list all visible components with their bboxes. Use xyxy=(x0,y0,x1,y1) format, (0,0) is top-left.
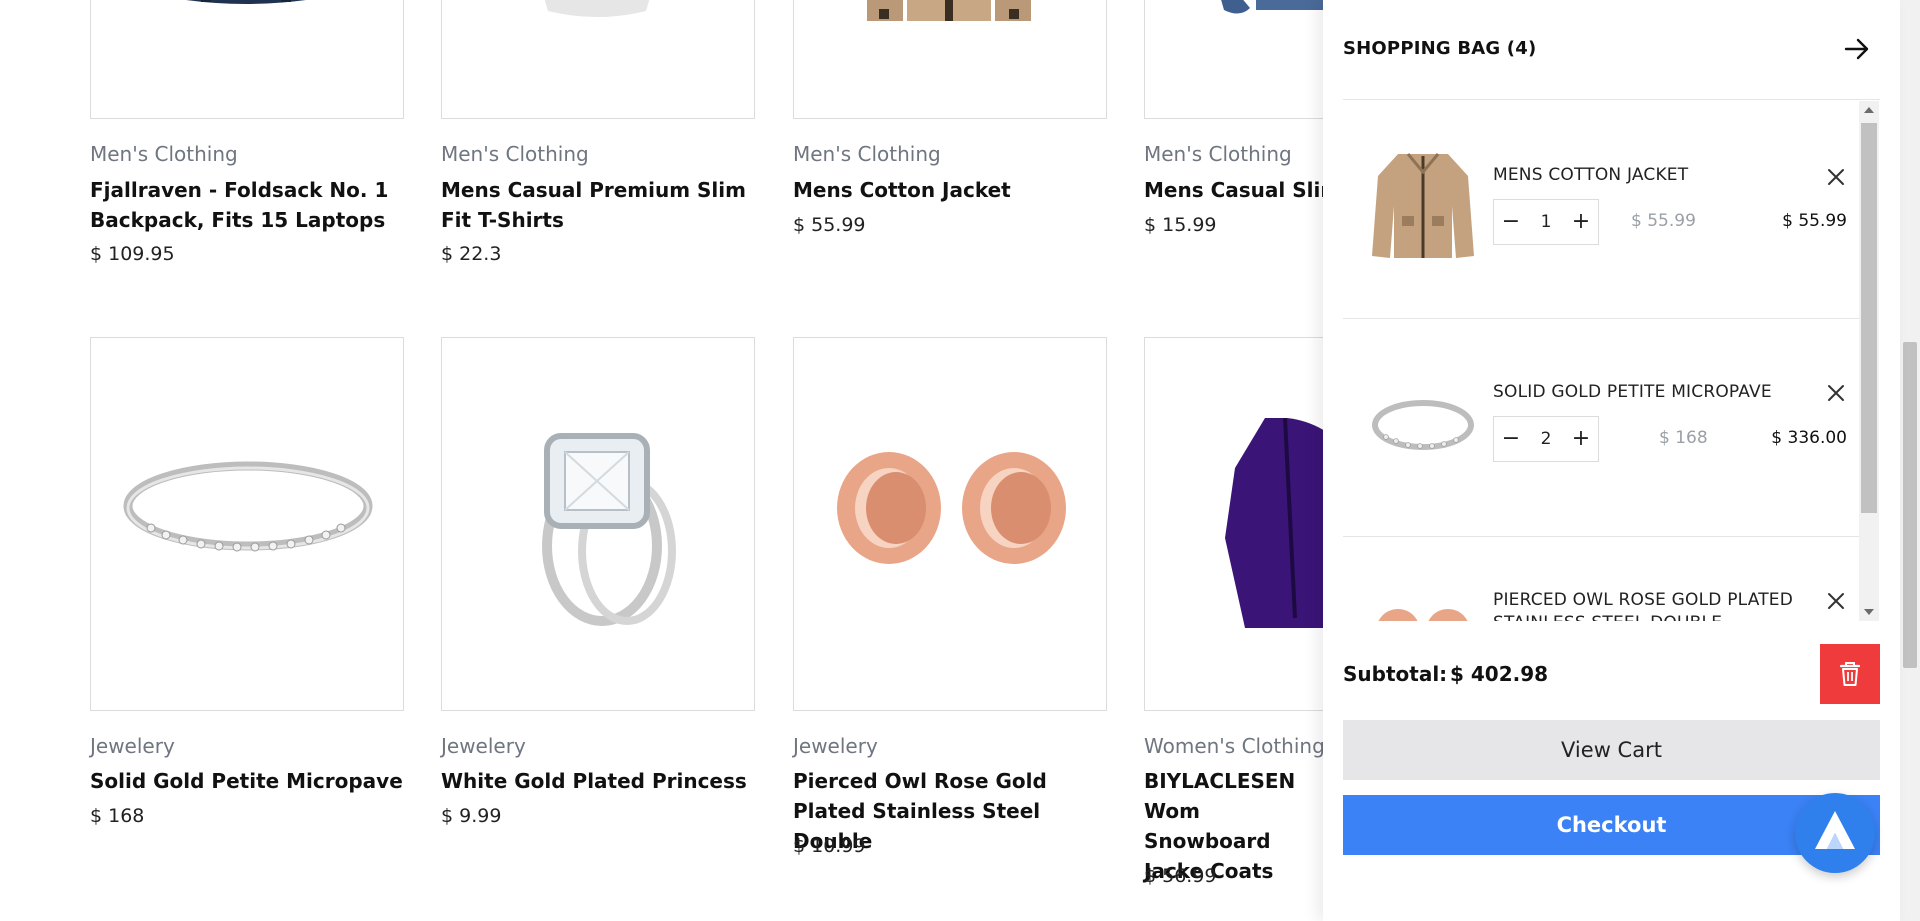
purple-jacket-image xyxy=(1225,418,1323,628)
trash-icon xyxy=(1839,662,1861,686)
scroll-down-arrow-icon[interactable] xyxy=(1864,609,1874,615)
product-image[interactable] xyxy=(441,0,755,119)
product-price: $ 22.3 xyxy=(441,243,502,265)
product-image[interactable] xyxy=(90,337,404,711)
product-category: Men's Clothing xyxy=(1144,142,1292,166)
cart-item: MENS COTTON JACKET − 1 + $ 55.99 $ 55.99 xyxy=(1343,101,1859,319)
page-scrollbar[interactable] xyxy=(1900,0,1920,921)
product-title[interactable]: Mens Cotton Jacket xyxy=(793,175,1107,205)
arrow-right-icon[interactable] xyxy=(1842,34,1872,64)
product-price: $ 15.99 xyxy=(1144,214,1217,236)
shopping-bag-drawer: SHOPPING BAG (4) MENS COTTON JACKET − 1 … xyxy=(1323,0,1900,921)
product-image[interactable] xyxy=(90,0,404,119)
quantity-value[interactable]: 2 xyxy=(1528,417,1564,461)
jacket-thumbnail xyxy=(1372,153,1474,258)
product-title[interactable]: Solid Gold Petite Micropave xyxy=(90,766,404,796)
clear-cart-button[interactable] xyxy=(1820,644,1880,704)
product-image[interactable] xyxy=(1144,337,1323,711)
cart-item: PIERCED OWL ROSE GOLD PLATED STAINLESS S… xyxy=(1343,537,1859,621)
cart-items-list[interactable]: MENS COTTON JACKET − 1 + $ 55.99 $ 55.99 xyxy=(1343,101,1880,621)
product-grid: Men's Clothing Fjallraven - Foldsack No.… xyxy=(0,0,1323,921)
backpack-image xyxy=(186,0,306,4)
rose-gold-plugs-image xyxy=(837,452,1066,564)
cart-list-scrollbar[interactable] xyxy=(1859,101,1879,621)
engagement-ring-image xyxy=(542,433,676,626)
product-title[interactable]: White Gold Plated Princess xyxy=(441,766,755,796)
close-icon[interactable] xyxy=(1825,590,1847,612)
quantity-stepper: − 1 + xyxy=(1493,199,1599,245)
cart-item-name-line2: STAINLESS STEEL DOUBLE xyxy=(1493,613,1722,621)
ring-image xyxy=(123,461,373,552)
assistant-button[interactable] xyxy=(1795,793,1875,873)
close-icon[interactable] xyxy=(1825,166,1847,188)
product-image[interactable] xyxy=(441,337,755,711)
shirt-image xyxy=(1221,0,1323,14)
product-title[interactable]: Fjallraven - Foldsack No. 1 Backpack, Fi… xyxy=(90,175,404,235)
cart-item-unit-price: $ 55.99 xyxy=(1631,211,1696,231)
decrease-qty-button[interactable]: − xyxy=(1494,200,1528,244)
jacket-image xyxy=(867,0,1031,21)
scroll-up-arrow-icon[interactable] xyxy=(1864,107,1874,113)
assistant-logo-icon xyxy=(1815,811,1855,849)
product-price: $ 109.95 xyxy=(90,243,175,265)
product-title[interactable]: Mens Casual Slim xyxy=(1144,175,1323,205)
close-icon[interactable] xyxy=(1825,382,1847,404)
product-category: Jewelery xyxy=(90,734,175,758)
header-divider xyxy=(1343,99,1880,100)
cart-item: SOLID GOLD PETITE MICROPAVE − 2 + $ 168 … xyxy=(1343,319,1859,537)
page-scrollbar-thumb[interactable] xyxy=(1903,342,1917,668)
product-price: $ 56.99 xyxy=(1144,865,1217,887)
cart-list-scrollbar-thumb[interactable] xyxy=(1861,123,1877,513)
decrease-qty-button[interactable]: − xyxy=(1494,417,1528,461)
cart-item-name: MENS COTTON JACKET xyxy=(1493,165,1689,185)
product-price: $ 55.99 xyxy=(793,214,866,236)
subtotal-value: $ 402.98 xyxy=(1450,662,1549,686)
product-category: Men's Clothing xyxy=(441,142,589,166)
product-category: Jewelery xyxy=(793,734,878,758)
rose-gold-plugs-thumbnail xyxy=(1378,609,1468,621)
product-category: Men's Clothing xyxy=(793,142,941,166)
view-cart-button[interactable]: View Cart xyxy=(1343,720,1880,780)
product-price: $ 10.99 xyxy=(793,835,866,857)
product-category: Women's Clothing xyxy=(1144,734,1323,758)
product-category: Men's Clothing xyxy=(90,142,238,166)
product-price: $ 9.99 xyxy=(441,805,502,827)
product-title[interactable]: Mens Casual Premium Slim Fit T-Shirts xyxy=(441,175,755,235)
cart-item-name: SOLID GOLD PETITE MICROPAVE xyxy=(1493,382,1772,402)
tshirt-image xyxy=(544,0,650,17)
product-category: Jewelery xyxy=(441,734,526,758)
increase-qty-button[interactable]: + xyxy=(1564,200,1598,244)
product-image[interactable] xyxy=(1144,0,1323,119)
cart-item-line-total: $ 336.00 xyxy=(1771,428,1847,448)
cart-item-line-total: $ 55.99 xyxy=(1782,211,1847,231)
cart-item-name: PIERCED OWL ROSE GOLD PLATED xyxy=(1493,590,1794,610)
product-price: $ 168 xyxy=(90,805,145,827)
product-image[interactable] xyxy=(793,0,1107,119)
quantity-stepper: − 2 + xyxy=(1493,416,1599,462)
quantity-value[interactable]: 1 xyxy=(1528,200,1564,244)
cart-item-unit-price: $ 168 xyxy=(1659,428,1708,448)
subtotal-label: Subtotal: xyxy=(1343,662,1448,686)
increase-qty-button[interactable]: + xyxy=(1564,417,1598,461)
ring-thumbnail xyxy=(1372,400,1474,450)
drawer-title: SHOPPING BAG (4) xyxy=(1343,38,1537,59)
product-image[interactable] xyxy=(793,337,1107,711)
